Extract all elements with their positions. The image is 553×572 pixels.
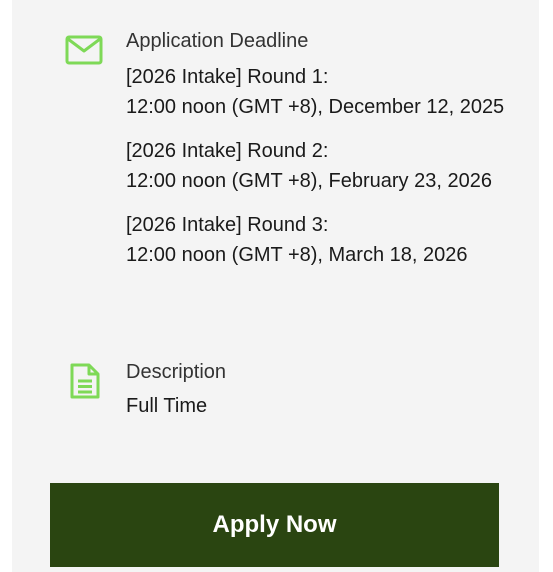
- envelope-icon: [65, 35, 103, 65]
- deadline-rounds: [2026 Intake] Round 1: 12:00 noon (GMT +…: [126, 62, 506, 270]
- description-value: Full Time: [126, 395, 208, 417]
- document-icon: [69, 362, 101, 400]
- deadline-round-2: [2026 Intake] Round 2: 12:00 noon (GMT +…: [126, 140, 492, 192]
- apply-now-button[interactable]: Apply Now: [50, 483, 499, 567]
- deadline-round-1: [2026 Intake] Round 1: 12:00 noon (GMT +…: [126, 66, 505, 118]
- deadline-label: Application Deadline: [126, 30, 309, 52]
- deadline-round-3: [2026 Intake] Round 3: 12:00 noon (GMT +…: [126, 214, 468, 266]
- description-label: Description: [126, 361, 227, 383]
- job-details-panel: Application Deadline [2026 Intake] Round…: [12, 0, 539, 572]
